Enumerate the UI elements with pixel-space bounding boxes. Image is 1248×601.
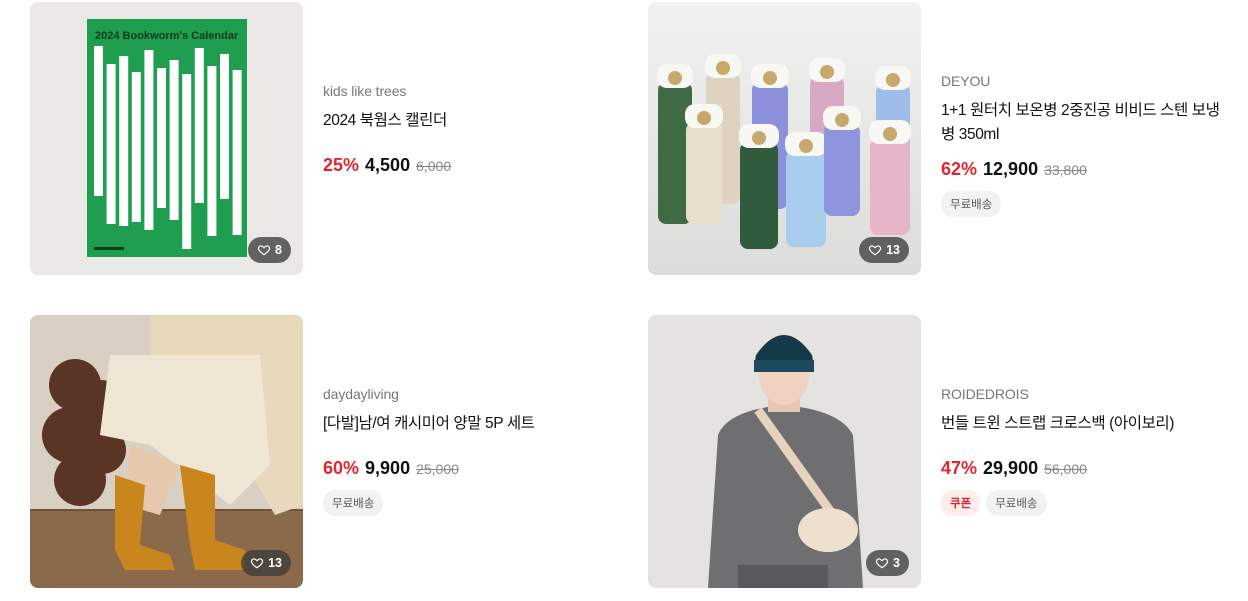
original-price: 25,000 <box>416 461 459 477</box>
product-info: kids like trees 2024 북웜스 캘린더 25% 4,500 6… <box>323 2 630 275</box>
product-image[interactable]: 13 <box>648 2 921 275</box>
brand-name[interactable]: daydayliving <box>323 386 630 402</box>
brand-name[interactable]: DEYOU <box>941 73 1248 89</box>
product-grid: 2024 Bookworm's Calendar 8 kids like tre… <box>0 0 1248 601</box>
discount-rate: 47% <box>941 458 978 478</box>
calendar-title-text: 2024 Bookworm's Calendar <box>95 30 239 42</box>
like-count: 13 <box>886 243 900 257</box>
product-info: daydayliving [다발]남/여 캐시미어 양말 5P 세트 60% 9… <box>323 315 630 588</box>
sale-price: 9,900 <box>365 458 411 478</box>
brand-name[interactable]: ROIDEDROIS <box>941 386 1248 402</box>
like-button[interactable]: 13 <box>241 550 291 576</box>
price-row: 25% 4,500 6,000 <box>323 155 630 176</box>
product-card[interactable]: 2024 Bookworm's Calendar 8 kids like tre… <box>30 2 630 275</box>
like-button[interactable]: 3 <box>866 550 909 576</box>
discount-rate: 25% <box>323 155 360 175</box>
product-card[interactable]: 13 DEYOU 1+1 원터치 보온병 2중진공 비비드 스텐 보냉병 350… <box>648 2 1248 275</box>
product-image[interactable]: 2024 Bookworm's Calendar 8 <box>30 2 303 275</box>
product-card[interactable]: 13 daydayliving [다발]남/여 캐시미어 양말 5P 세트 60… <box>30 315 630 588</box>
original-price: 33,800 <box>1044 162 1087 178</box>
original-price: 6,000 <box>416 158 452 174</box>
discount-rate: 60% <box>323 458 360 478</box>
socks-product-photo <box>30 315 303 588</box>
tag-list: 무료배송 <box>323 490 630 516</box>
heart-icon <box>251 558 264 569</box>
discount-rate: 62% <box>941 159 978 179</box>
price-row: 47% 29,900 56,000 <box>941 458 1248 479</box>
original-price: 56,000 <box>1044 461 1087 477</box>
sale-price: 4,500 <box>365 155 411 175</box>
product-info: DEYOU 1+1 원터치 보온병 2중진공 비비드 스텐 보냉병 350ml … <box>941 2 1248 275</box>
product-title[interactable]: 1+1 원터치 보온병 2중진공 비비드 스텐 보냉병 350ml <box>941 99 1231 147</box>
product-title[interactable]: [다발]남/여 캐시미어 양말 5P 세트 <box>323 412 630 436</box>
like-count: 8 <box>275 243 282 257</box>
like-count: 3 <box>893 556 900 570</box>
heart-icon <box>869 245 882 256</box>
brand-name[interactable]: kids like trees <box>323 83 630 99</box>
price-row: 62% 12,900 33,800 <box>941 159 1248 180</box>
tag-list: 쿠폰 무료배송 <box>941 490 1248 516</box>
product-title[interactable]: 번들 트윈 스트랩 크로스백 (아이보리) <box>941 412 1248 436</box>
sale-price: 29,900 <box>983 458 1039 478</box>
crossbag-product-photo <box>648 315 921 588</box>
coupon-tag: 쿠폰 <box>941 490 981 516</box>
tumbler-product-photo <box>648 2 921 275</box>
tag-list: 무료배송 <box>941 191 1248 217</box>
product-info: ROIDEDROIS 번들 트윈 스트랩 크로스백 (아이보리) 47% 29,… <box>941 315 1248 588</box>
like-count: 13 <box>268 556 282 570</box>
like-button[interactable]: 13 <box>859 237 909 263</box>
product-image[interactable]: 3 <box>648 315 921 588</box>
free-shipping-tag: 무료배송 <box>941 191 1002 217</box>
sale-price: 12,900 <box>983 159 1039 179</box>
free-shipping-tag: 무료배송 <box>986 490 1047 516</box>
heart-icon <box>875 558 889 569</box>
heart-icon <box>257 245 271 256</box>
calendar-product-photo: 2024 Bookworm's Calendar <box>30 2 303 275</box>
product-title[interactable]: 2024 북웜스 캘린더 <box>323 109 630 133</box>
free-shipping-tag: 무료배송 <box>323 490 384 516</box>
product-card[interactable]: 3 ROIDEDROIS 번들 트윈 스트랩 크로스백 (아이보리) 47% 2… <box>648 315 1248 588</box>
product-image[interactable]: 13 <box>30 315 303 588</box>
price-row: 60% 9,900 25,000 <box>323 458 630 479</box>
like-button[interactable]: 8 <box>248 237 291 263</box>
